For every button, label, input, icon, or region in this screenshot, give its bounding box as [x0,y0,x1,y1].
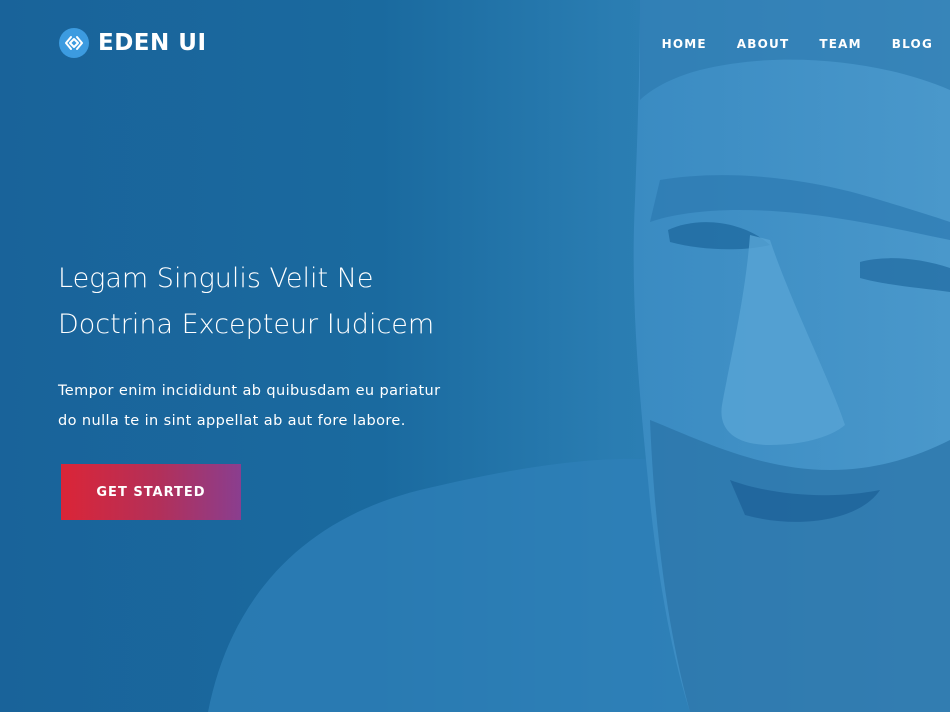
nav-team[interactable]: TEAM [819,37,861,51]
brand-name: EDEN UI [98,30,207,56]
hero-headline: Legam Singulis Velit Ne Doctrina Excepte… [58,256,498,348]
hero-headline-line-2: Doctrina Excepteur Iudicem [58,309,435,340]
top-nav: HOME ABOUT TEAM BLOG [632,37,933,51]
hero-headline-line-1: Legam Singulis Velit Ne [58,263,374,294]
hero-background-image [208,0,950,712]
hero-subtext: Tempor enim incididunt ab quibusdam eu p… [58,376,488,436]
hero-subtext-line-2: do nulla te in sint appellat ab aut fore… [58,413,406,429]
get-started-button[interactable]: GET STARTED [61,464,241,520]
hero-subtext-line-1: Tempor enim incididunt ab quibusdam eu p… [58,383,441,399]
nav-blog[interactable]: BLOG [892,37,933,51]
brand-logo[interactable]: EDEN UI [59,28,207,58]
nav-about[interactable]: ABOUT [737,37,790,51]
nav-home[interactable]: HOME [662,37,707,51]
diamond-link-icon [59,28,89,58]
hero-section: EDEN UI HOME ABOUT TEAM BLOG Legam Singu… [0,0,950,712]
